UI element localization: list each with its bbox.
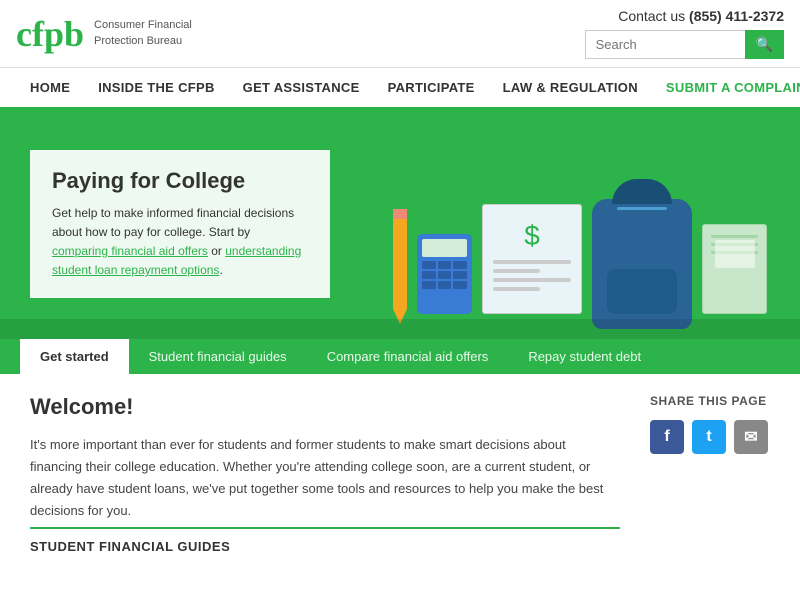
welcome-title: Welcome!: [30, 394, 620, 420]
tab-repay-student-debt[interactable]: Repay student debt: [508, 339, 661, 374]
calc-screen: [422, 239, 467, 257]
calc-buttons: [422, 261, 467, 289]
contact-info: Contact us (855) 411-2372: [618, 8, 784, 24]
top-bar: cfpb Consumer Financial Protection Burea…: [0, 0, 800, 68]
doc-lines: [493, 260, 571, 291]
main-nav: HOME INSIDE THE CFPB GET ASSISTANCE PART…: [0, 68, 800, 109]
nav-submit-complaint[interactable]: SUBMIT A COMPLAINT: [652, 68, 800, 107]
nav-inside-cfpb[interactable]: INSIDE THE CFPB: [84, 68, 228, 107]
backpack-illustration: [592, 199, 692, 329]
pencil-illustration: [393, 209, 407, 309]
hero-text-box: Paying for College Get help to make info…: [30, 150, 330, 299]
contact-phone: (855) 411-2372: [689, 8, 784, 24]
email-share-icon[interactable]: ✉: [734, 420, 768, 454]
dollar-sign: $: [493, 220, 571, 252]
contact-area: Contact us (855) 411-2372 🔍: [585, 8, 784, 59]
main-content: Welcome! It's more important than ever f…: [30, 394, 620, 554]
welcome-text: It's more important than ever for studen…: [30, 434, 620, 522]
nav-get-assistance[interactable]: GET ASSISTANCE: [229, 68, 374, 107]
backpack-pocket: [607, 269, 677, 314]
hero-title: Paying for College: [52, 168, 308, 194]
hero-description: Get help to make informed financial deci…: [52, 204, 308, 281]
student-guides-heading: STUDENT FINANCIAL GUIDES: [30, 527, 620, 554]
compare-aid-link[interactable]: comparing financial aid offers: [52, 244, 208, 258]
cfpb-logo: cfpb: [16, 16, 84, 52]
nav-home[interactable]: HOME: [16, 68, 84, 107]
tab-compare-financial-aid[interactable]: Compare financial aid offers: [307, 339, 509, 374]
nav-law-regulation[interactable]: LAW & REGULATION: [489, 68, 652, 107]
backpack-zip: [617, 207, 667, 210]
search-button[interactable]: 🔍: [745, 30, 784, 59]
share-title: SHARE THIS PAGE: [650, 394, 770, 408]
tab-get-started[interactable]: Get started: [20, 339, 129, 374]
search-bar[interactable]: 🔍: [585, 30, 784, 59]
agency-name: Consumer Financial Protection Bureau: [94, 18, 192, 49]
calculator-illustration: [417, 234, 472, 314]
logo-area: cfpb Consumer Financial Protection Burea…: [16, 16, 192, 52]
content-area: Welcome! It's more important than ever f…: [0, 374, 800, 574]
search-input[interactable]: [585, 30, 745, 59]
nav-participate[interactable]: PARTICIPATE: [374, 68, 489, 107]
hero-banner: Paying for College Get help to make info…: [0, 109, 800, 339]
twitter-share-icon[interactable]: t: [692, 420, 726, 454]
hero-illustration: $: [380, 119, 780, 339]
share-sidebar: SHARE THIS PAGE f t ✉: [650, 394, 770, 554]
facebook-share-icon[interactable]: f: [650, 420, 684, 454]
tab-student-financial-guides[interactable]: Student financial guides: [129, 339, 307, 374]
tabs-bar: Get started Student financial guides Com…: [0, 339, 800, 374]
notebook-illustration: [702, 224, 767, 314]
share-icons: f t ✉: [650, 420, 770, 454]
notebook-rect: [715, 240, 755, 268]
document-illustration: $: [482, 204, 582, 314]
